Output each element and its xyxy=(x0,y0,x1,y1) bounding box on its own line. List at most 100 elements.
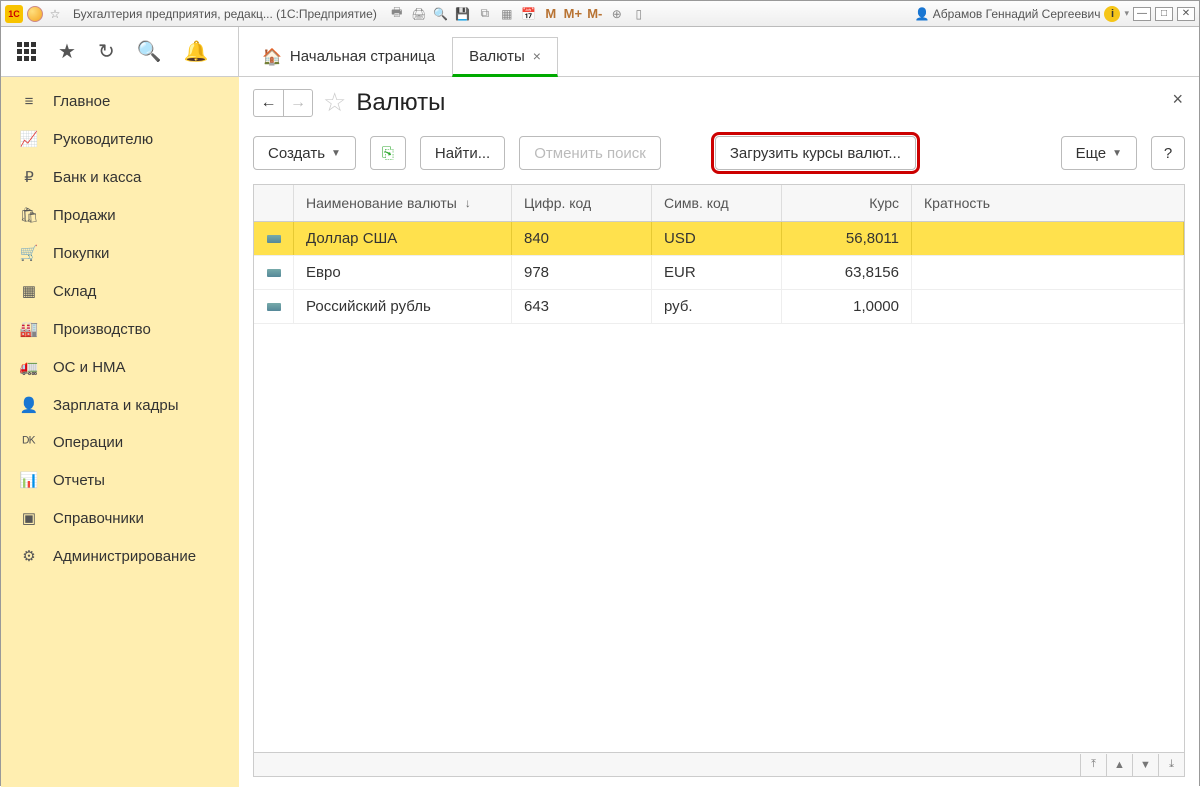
memory-mminus-button[interactable]: M- xyxy=(587,6,603,22)
cell-name: Доллар США xyxy=(294,222,512,255)
th-numcode[interactable]: Цифр. код xyxy=(512,185,652,221)
close-window-button[interactable]: ✕ xyxy=(1177,7,1195,21)
sidebar-item-label: Руководителю xyxy=(53,131,153,148)
apps-grid-icon[interactable] xyxy=(17,42,36,61)
sidebar-item-12[interactable]: ⚙ Администрирование xyxy=(1,537,239,575)
find-button[interactable]: Найти... xyxy=(420,136,505,170)
sidebar-item-11[interactable]: ▣Справочники xyxy=(1,499,239,537)
close-page-icon[interactable]: × xyxy=(1172,89,1183,110)
sidebar-item-label: Банк и касса xyxy=(53,169,141,186)
find-button-label: Найти... xyxy=(435,145,490,162)
table-row[interactable]: Евро978EUR63,8156 xyxy=(254,256,1184,290)
calendar-icon[interactable]: 📅 xyxy=(521,6,537,22)
sidebar-item-0[interactable]: ≡Главное xyxy=(1,83,239,120)
page-favorite-star-icon[interactable]: ☆ xyxy=(323,87,346,118)
th-symcode[interactable]: Симв. код xyxy=(652,185,782,221)
chevron-down-icon: ▼ xyxy=(1112,148,1122,159)
sidebar-icon: ᴰᴷ xyxy=(19,434,39,451)
scroll-up-icon[interactable]: ▲ xyxy=(1106,754,1132,776)
cell-mult xyxy=(912,222,1184,255)
print-icon[interactable]: 🖶 xyxy=(389,6,405,22)
calculator-icon[interactable]: ▦ xyxy=(499,6,515,22)
nav-forward-button[interactable]: → xyxy=(283,89,313,117)
sidebar-item-5[interactable]: ▦ Склад xyxy=(1,272,239,310)
th-rate[interactable]: Курс xyxy=(782,185,912,221)
content-area: × ← → ☆ Валюты Создать ▼ ⎘ Найти... Отме… xyxy=(239,77,1199,787)
sidebar-item-8[interactable]: 👤Зарплата и кадры xyxy=(1,386,239,424)
sidebar-item-label: Операции xyxy=(53,434,123,451)
sidebar-item-6[interactable]: 🏭Производство xyxy=(1,310,239,348)
sidebar-item-2[interactable]: ₽Банк и касса xyxy=(1,158,239,196)
chevron-down-icon: ▼ xyxy=(331,148,341,159)
sidebar-item-label: ОС и НМА xyxy=(53,359,126,376)
cell-rate: 63,8156 xyxy=(782,256,912,289)
add-from-classifier-button[interactable]: ⎘ xyxy=(370,136,406,170)
search-icon[interactable]: 🔍 xyxy=(137,39,162,64)
add-icon[interactable]: ⊕ xyxy=(609,6,625,22)
window-title: Бухгалтерия предприятия, редакц... (1С:П… xyxy=(73,7,377,21)
create-button[interactable]: Создать ▼ xyxy=(253,136,356,170)
memory-m-button[interactable]: M xyxy=(543,6,559,22)
sidebar-item-3[interactable]: 🛍Продажи xyxy=(1,196,239,234)
th-name[interactable]: Наименование валюты ↓ xyxy=(294,185,512,221)
cell-mult xyxy=(912,256,1184,289)
history-icon[interactable]: ↻ xyxy=(98,39,115,64)
memory-mplus-button[interactable]: M+ xyxy=(565,6,581,22)
search-doc-icon[interactable]: 🔍 xyxy=(433,6,449,22)
tab-currencies[interactable]: Валюты × xyxy=(452,37,558,77)
page-title: Валюты xyxy=(356,89,445,117)
sidebar-icon: 🛒 xyxy=(19,244,39,262)
info-dropdown-icon[interactable]: ▾ xyxy=(1124,8,1129,19)
load-rates-label: Загрузить курсы валют... xyxy=(730,145,901,162)
cell-name: Евро xyxy=(294,256,512,289)
more-button[interactable]: Еще ▼ xyxy=(1061,136,1137,170)
sidebar-icon: ⚙ xyxy=(19,547,39,565)
load-rates-button[interactable]: Загрузить курсы валют... xyxy=(715,136,916,170)
panel-icon[interactable]: ▯ xyxy=(631,6,647,22)
sidebar-item-1[interactable]: 📈 Руководителю xyxy=(1,120,239,158)
sidebar-item-4[interactable]: 🛒Покупки xyxy=(1,234,239,272)
table-row[interactable]: Российский рубль643руб.1,0000 xyxy=(254,290,1184,324)
cancel-search-button[interactable]: Отменить поиск xyxy=(519,136,661,170)
app-menu-dropdown-icon[interactable] xyxy=(27,6,43,22)
tab-home-label: Начальная страница xyxy=(290,48,435,65)
sidebar-item-10[interactable]: 📊Отчеты xyxy=(1,461,239,499)
print-preview-icon[interactable]: 🖨 xyxy=(411,6,427,22)
nav-back-button[interactable]: ← xyxy=(253,89,283,117)
scroll-bottom-icon[interactable]: ⤓ xyxy=(1158,754,1184,776)
minimize-button[interactable]: — xyxy=(1133,7,1151,21)
favorites-star-icon[interactable]: ★ xyxy=(58,39,76,64)
tab-close-icon[interactable]: × xyxy=(533,48,541,64)
help-button[interactable]: ? xyxy=(1151,136,1185,170)
favorite-star-icon[interactable]: ☆ xyxy=(47,6,63,22)
toolbar-left: ★ ↻ 🔍 🔔 xyxy=(1,27,239,76)
sidebar-icon: 🚛 xyxy=(19,358,39,376)
sidebar-icon: ▦ xyxy=(19,282,39,300)
maximize-button[interactable]: □ xyxy=(1155,7,1173,21)
sidebar-item-label: Склад xyxy=(53,283,96,300)
user-icon: 👤 xyxy=(915,7,930,21)
cell-numcode: 643 xyxy=(512,290,652,323)
info-icon[interactable]: i xyxy=(1104,6,1120,22)
row-icon-cell xyxy=(254,256,294,289)
more-button-label: Еще xyxy=(1076,145,1107,162)
th-mult[interactable]: Кратность xyxy=(912,185,1184,221)
save-icon[interactable]: 💾 xyxy=(455,6,471,22)
currencies-table: Наименование валюты ↓ Цифр. код Симв. ко… xyxy=(253,184,1185,777)
scroll-top-icon[interactable]: ⤒ xyxy=(1080,754,1106,776)
main-toolbar: ★ ↻ 🔍 🔔 🏠 Начальная страница Валюты × xyxy=(1,27,1199,77)
sidebar-item-label: Продажи xyxy=(53,207,116,224)
table-row[interactable]: Доллар США840USD56,8011 xyxy=(254,222,1184,256)
sidebar-item-9[interactable]: ᴰᴷ Операции xyxy=(1,424,239,461)
current-user[interactable]: 👤 Абрамов Геннадий Сергеевич xyxy=(915,7,1101,21)
th-icon[interactable] xyxy=(254,185,294,221)
compare-icon[interactable]: ⧉ xyxy=(477,6,493,22)
sidebar-item-7[interactable]: 🚛 ОС и НМА xyxy=(1,348,239,386)
scroll-down-icon[interactable]: ▼ xyxy=(1132,754,1158,776)
notifications-bell-icon[interactable]: 🔔 xyxy=(184,39,209,64)
cell-name: Российский рубль xyxy=(294,290,512,323)
currency-icon xyxy=(267,303,281,311)
sidebar-icon: 📈 xyxy=(19,130,39,148)
tab-home[interactable]: 🏠 Начальная страница xyxy=(245,36,452,76)
sidebar-item-label: Администрирование xyxy=(53,548,196,565)
